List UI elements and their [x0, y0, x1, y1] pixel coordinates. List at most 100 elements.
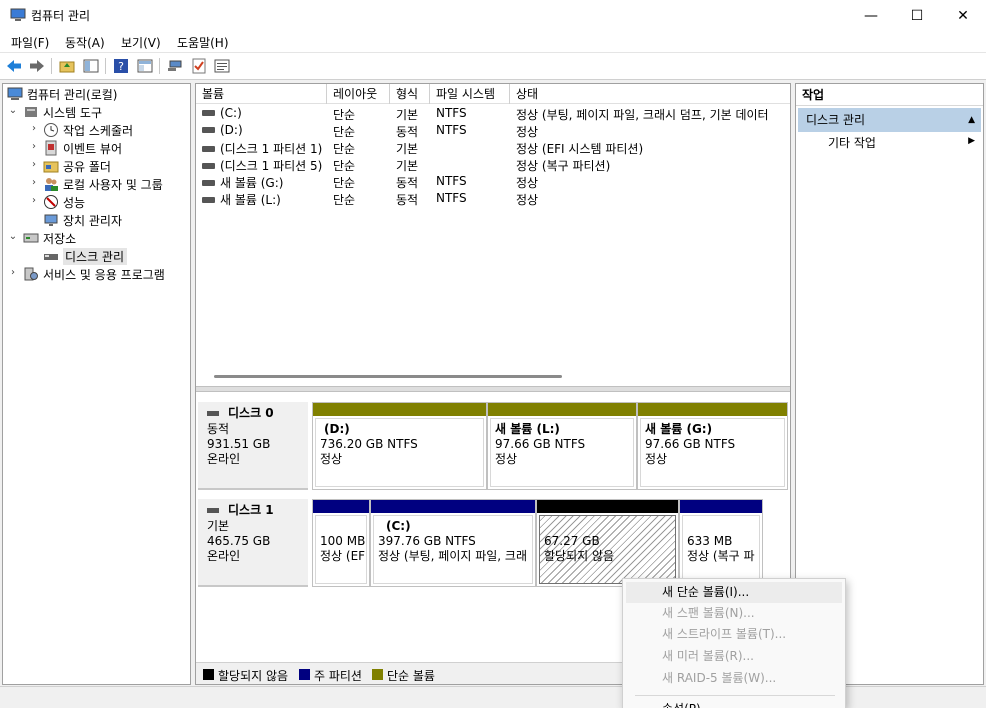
- actions-header: 작업: [796, 84, 983, 106]
- system-tools-icon: [23, 104, 39, 120]
- help-icon[interactable]: ?: [112, 57, 130, 75]
- partition-efi[interactable]: 100 MB 정상 (EFI: [312, 499, 370, 587]
- menu-file[interactable]: 파일(F): [11, 34, 49, 51]
- event-viewer-icon: [43, 140, 59, 156]
- volume-layout: 단순: [333, 193, 356, 207]
- list-view-icon[interactable]: [213, 57, 231, 75]
- clock-icon: [43, 122, 59, 138]
- tree-item-local-users[interactable]: 로컬 사용자 및 그룹: [43, 175, 163, 193]
- services-icon: [23, 266, 39, 282]
- menu-view[interactable]: 보기(V): [121, 34, 161, 51]
- properties-pane-icon[interactable]: [136, 57, 154, 75]
- tree-item-label: 장치 관리자: [63, 213, 123, 228]
- computer-management-icon: [7, 86, 23, 102]
- column-type[interactable]: 형식: [390, 84, 430, 104]
- maximize-button[interactable]: ☐: [894, 0, 940, 31]
- volume-row[interactable]: (D:) 단순 동적 NTFS 정상: [196, 122, 790, 139]
- toolbar: ?: [0, 53, 986, 80]
- column-file-system[interactable]: 파일 시스템: [430, 84, 510, 104]
- tree-item-event-viewer[interactable]: 이벤트 뷰어: [43, 139, 122, 157]
- collapse-up-icon[interactable]: ▲: [968, 108, 975, 132]
- partition-bar: [371, 500, 535, 513]
- column-layout[interactable]: 레이아웃: [327, 84, 390, 104]
- disk-0-label[interactable]: 디스크 0 동적 931.51 GB 온라인: [198, 402, 308, 490]
- partition-c[interactable]: (C:) 397.76 GB NTFS 정상 (부팅, 페이지 파일, 크래: [370, 499, 536, 587]
- volume-icon: [202, 162, 215, 169]
- volume-icon: [202, 109, 215, 116]
- disk-management-icon: [43, 248, 59, 264]
- menu-item-new-striped-volume[interactable]: 새 스트라이프 볼륨(T)...: [626, 624, 842, 645]
- connect-icon[interactable]: [166, 57, 184, 75]
- volume-name: (디스크 1 파티션 1): [220, 142, 323, 156]
- menu-help[interactable]: 도움말(H): [177, 34, 229, 51]
- disk-size: 931.51 GB: [207, 437, 271, 451]
- disk-1-label[interactable]: 디스크 1 기본 465.75 GB 온라인: [198, 499, 308, 587]
- volume-fs: NTFS: [436, 123, 467, 137]
- context-menu: 새 단순 볼륨(I)... 새 스팬 볼륨(N)... 새 스트라이프 볼륨(T…: [622, 578, 846, 708]
- tree-root-label: 컴퓨터 관리(로컬): [27, 87, 118, 102]
- expand-chevron-icon[interactable]: ›: [29, 195, 39, 206]
- expand-chevron-icon[interactable]: ›: [29, 123, 39, 134]
- forward-icon[interactable]: [28, 57, 46, 75]
- menu-action[interactable]: 동작(A): [65, 34, 105, 51]
- console-tree-icon[interactable]: [82, 57, 100, 75]
- tree-item-device-manager[interactable]: 장치 관리자: [43, 211, 122, 229]
- menu-item-new-simple-volume[interactable]: 새 단순 볼륨(I)...: [626, 582, 842, 603]
- back-icon[interactable]: [5, 57, 23, 75]
- menu-item-new-spanned-volume[interactable]: 새 스팬 볼륨(N)...: [626, 603, 842, 624]
- volume-row[interactable]: 새 볼륨 (L:) 단순 동적 NTFS 정상: [196, 190, 790, 207]
- menu-item-new-raid5-volume[interactable]: 새 RAID-5 볼륨(W)...: [626, 668, 842, 689]
- expand-chevron-icon[interactable]: ›: [29, 141, 39, 152]
- volume-fs: NTFS: [436, 106, 467, 120]
- collapse-chevron-icon[interactable]: ⌄: [8, 105, 18, 116]
- legend-swatch-unallocated: [203, 669, 214, 680]
- minimize-button[interactable]: —: [848, 0, 894, 31]
- partition-g[interactable]: 새 볼륨 (G:) 97.66 GB NTFS 정상: [637, 402, 788, 490]
- tree-item-label: 이벤트 뷰어: [63, 141, 123, 156]
- volume-layout: 단순: [333, 176, 356, 190]
- tree-item-system-tools[interactable]: 시스템 도구: [23, 103, 102, 121]
- collapse-chevron-icon[interactable]: ⌄: [8, 231, 18, 242]
- checklist-icon[interactable]: [190, 57, 208, 75]
- partition-recovery[interactable]: 633 MB 정상 (복구 파: [679, 499, 763, 587]
- tree-item-task-scheduler[interactable]: 작업 스케줄러: [43, 121, 133, 139]
- tree-root[interactable]: 컴퓨터 관리(로컬): [7, 85, 117, 103]
- disk-name: 디스크 0: [228, 406, 274, 420]
- disk-size: 465.75 GB: [207, 534, 271, 548]
- tree-item-performance[interactable]: 성능: [43, 193, 85, 211]
- tree-item-label: 로컬 사용자 및 그룹: [63, 177, 163, 192]
- tree-item-disk-management[interactable]: 디스크 관리: [43, 247, 128, 265]
- partition-bar: [313, 500, 369, 513]
- volume-status: 정상: [516, 125, 539, 139]
- tree-item-storage[interactable]: 저장소: [23, 229, 76, 247]
- expand-chevron-icon[interactable]: ›: [29, 159, 39, 170]
- volume-row[interactable]: (디스크 1 파티션 5) 단순 기본 정상 (복구 파티션): [196, 156, 790, 173]
- partition-d[interactable]: (D:) 736.20 GB NTFS 정상: [312, 402, 487, 490]
- volume-layout: 단순: [333, 108, 356, 122]
- tree-item-shared-folders[interactable]: 공유 폴더: [43, 157, 111, 175]
- expand-chevron-icon[interactable]: ›: [29, 177, 39, 188]
- menu-item-new-mirrored-volume[interactable]: 새 미러 볼륨(R)...: [626, 646, 842, 667]
- horizontal-scrollbar[interactable]: [214, 375, 562, 378]
- partition-bar: [313, 403, 486, 416]
- volume-row[interactable]: 새 볼륨 (G:) 단순 동적 NTFS 정상: [196, 173, 790, 190]
- actions-group-disk-management[interactable]: 디스크 관리 ▲: [798, 108, 981, 132]
- unallocated-space[interactable]: 67.27 GB 할당되지 않음: [536, 499, 679, 587]
- more-actions-item[interactable]: 기타 작업: [828, 134, 876, 152]
- menu-bar: 파일(F) 동작(A) 보기(V) 도움말(H): [0, 31, 986, 53]
- volume-type: 동적: [396, 176, 419, 190]
- menu-item-properties[interactable]: 속성(P): [626, 699, 842, 708]
- close-button[interactable]: ✕: [940, 0, 986, 31]
- shared-folder-icon: [43, 158, 59, 174]
- volume-type: 동적: [396, 193, 419, 207]
- volume-row[interactable]: (C:) 단순 기본 NTFS 정상 (부팅, 페이지 파일, 크래시 덤프, 기본 데…: [196, 105, 790, 122]
- column-status[interactable]: 상태: [510, 84, 790, 104]
- column-volume[interactable]: 볼륨: [196, 84, 327, 104]
- volume-icon: [202, 126, 215, 133]
- partition-l[interactable]: 새 볼륨 (L:) 97.66 GB NTFS 정상: [487, 402, 637, 490]
- volume-row[interactable]: (디스크 1 파티션 1) 단순 기본 정상 (EFI 시스템 파티션): [196, 139, 790, 156]
- up-folder-icon[interactable]: [58, 57, 76, 75]
- expand-chevron-icon[interactable]: ›: [8, 267, 18, 278]
- tree-item-services[interactable]: 서비스 및 응용 프로그램: [23, 265, 165, 283]
- tree-item-label: 서비스 및 응용 프로그램: [43, 267, 165, 282]
